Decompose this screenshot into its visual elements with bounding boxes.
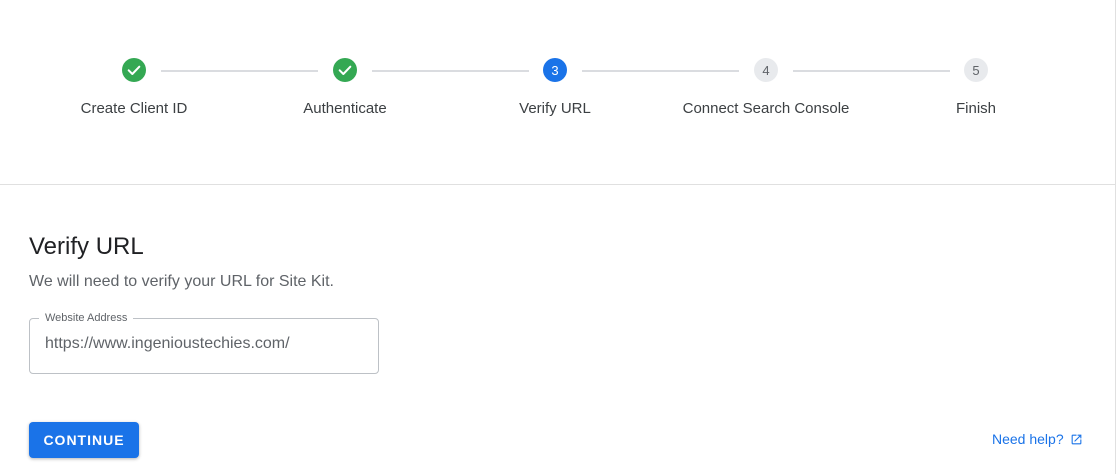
step-1-label: Create Client ID [80, 100, 188, 117]
page-description: We will need to verify your URL for Site… [29, 273, 334, 290]
step-3-label: Verify URL [519, 100, 591, 117]
step-2-indicator [333, 58, 357, 82]
step-connector [161, 70, 318, 72]
step-2-label: Authenticate [303, 100, 387, 117]
step-4-label: Connect Search Console [682, 100, 850, 117]
step-connector [582, 70, 739, 72]
panel-border [1115, 0, 1116, 474]
step-1-indicator [122, 58, 146, 82]
external-link-icon [1070, 433, 1083, 446]
website-address-field[interactable]: Website Address [29, 311, 379, 374]
check-icon [338, 65, 352, 75]
step-connector [793, 70, 950, 72]
page-title: Verify URL [29, 233, 144, 260]
step-3-indicator: 3 [543, 58, 567, 82]
step-5-label: Finish [955, 100, 996, 117]
step-4-indicator: 4 [754, 58, 778, 82]
need-help-label: Need help? [992, 431, 1064, 447]
step-5-indicator: 5 [964, 58, 988, 82]
section-divider [0, 184, 1115, 185]
setup-page: Create Client ID Authenticate 3 Verify U… [0, 0, 1118, 474]
step-connector [372, 70, 529, 72]
continue-button[interactable]: CONTINUE [29, 422, 139, 458]
check-icon [127, 65, 141, 75]
progress-stepper: Create Client ID Authenticate 3 Verify U… [0, 0, 1115, 184]
website-address-label: Website Address [39, 311, 134, 325]
website-address-input[interactable] [45, 335, 365, 353]
need-help-link[interactable]: Need help? [992, 431, 1083, 447]
